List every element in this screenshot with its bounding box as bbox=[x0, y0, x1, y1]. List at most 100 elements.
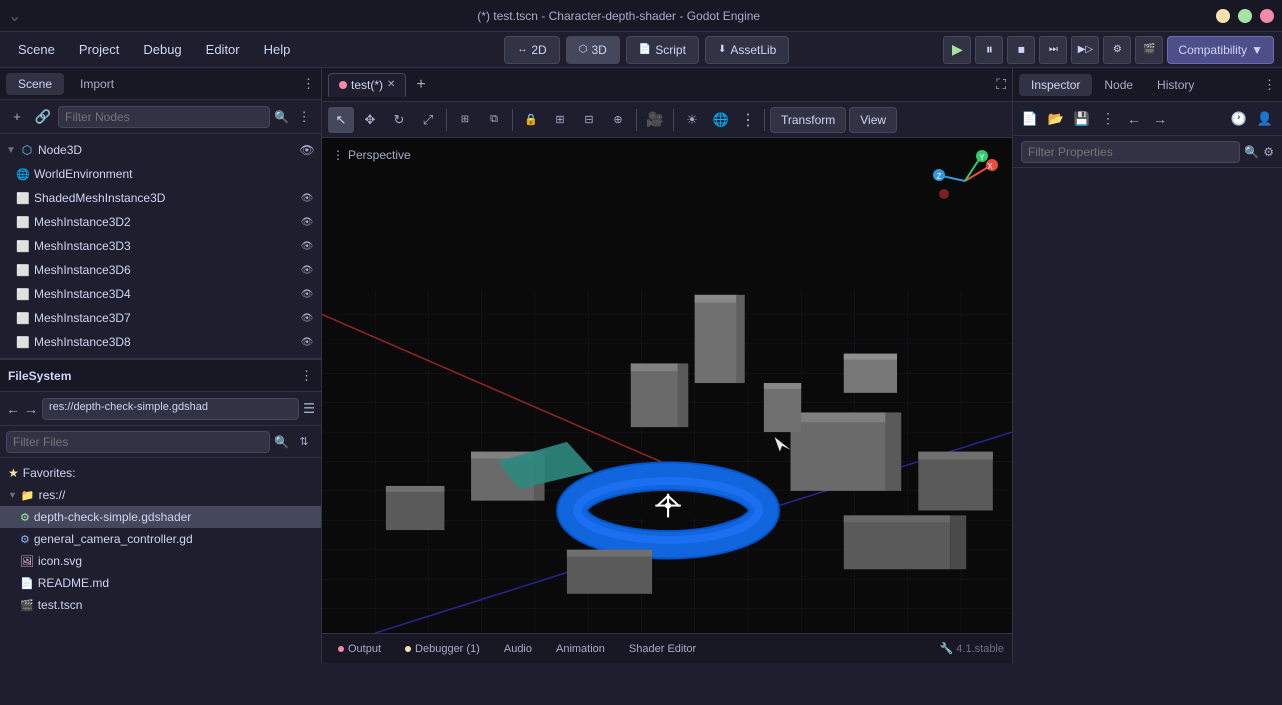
fullscreen-button[interactable]: ⛶ bbox=[996, 76, 1006, 93]
snap-tool[interactable]: ⊟ bbox=[576, 107, 602, 133]
tab-history[interactable]: History bbox=[1145, 74, 1206, 96]
scene-options-button[interactable]: ⋮ bbox=[293, 106, 315, 128]
tab-inspector[interactable]: Inspector bbox=[1019, 74, 1092, 96]
transform-button[interactable]: Transform bbox=[770, 107, 846, 133]
tab-close-button[interactable]: ✕ bbox=[387, 79, 395, 90]
pivot-tool[interactable]: ⊕ bbox=[605, 107, 631, 133]
nav-forward-button[interactable]: → bbox=[1149, 108, 1171, 130]
tree-item-mesh6[interactable]: ⬜ MeshInstance3D7 👁 bbox=[0, 306, 321, 330]
tree-item-node3d[interactable]: ▼ ⬡ Node3D 👁 bbox=[0, 138, 321, 162]
sun-tool[interactable]: ☀ bbox=[679, 107, 705, 133]
viewport-tab-test[interactable]: test(*) ✕ bbox=[328, 73, 406, 97]
maximize-button[interactable] bbox=[1238, 9, 1252, 23]
minimize-button[interactable] bbox=[1216, 9, 1230, 23]
vis-mesh2[interactable]: 👁 bbox=[299, 214, 315, 230]
stop-button[interactable]: ⏹ bbox=[1007, 36, 1035, 64]
tree-item-mesh1[interactable]: ⬜ ShadedMeshInstance3D 👁 bbox=[0, 186, 321, 210]
vis-mesh4[interactable]: 👁 bbox=[299, 262, 315, 278]
fs-back-button[interactable]: ← bbox=[6, 401, 20, 417]
select-tool[interactable]: ↖ bbox=[328, 107, 354, 133]
filter-nodes-input[interactable] bbox=[58, 106, 270, 128]
filter-files-input[interactable] bbox=[6, 431, 270, 453]
close-button[interactable] bbox=[1260, 9, 1274, 23]
inspector-content bbox=[1013, 168, 1282, 663]
compatibility-button[interactable]: Compatibility ▼ bbox=[1167, 36, 1274, 64]
link-node-button[interactable]: 🔗 bbox=[32, 106, 54, 128]
fs-script-file[interactable]: ⚙ general_camera_controller.gd bbox=[0, 528, 321, 550]
camera-tool[interactable]: 🎥 bbox=[642, 107, 668, 133]
align-tool[interactable]: ⊞ bbox=[547, 107, 573, 133]
tree-item-mesh4[interactable]: ⬜ MeshInstance3D6 👁 bbox=[0, 258, 321, 282]
fs-list-view-button[interactable]: ☰ bbox=[303, 401, 315, 417]
movie-button[interactable]: 🎬 bbox=[1135, 36, 1163, 64]
lock-tool[interactable]: 🔒 bbox=[518, 107, 544, 133]
run-custom-button[interactable]: ⚙ bbox=[1103, 36, 1131, 64]
tab-node[interactable]: Node bbox=[1092, 74, 1145, 96]
output-tab[interactable]: Output bbox=[330, 641, 389, 657]
scene-panel-more[interactable]: ⋮ bbox=[302, 76, 315, 92]
viewport-3d[interactable]: ⋮ Perspective X Y Z bbox=[322, 138, 1012, 633]
inspector-more[interactable]: ⋮ bbox=[1263, 77, 1276, 93]
add-node-button[interactable]: + bbox=[6, 106, 28, 128]
more-options-button[interactable]: ⋮ bbox=[1097, 108, 1119, 130]
filesystem-more[interactable]: ⋮ bbox=[300, 368, 313, 384]
nav-back-button[interactable]: ← bbox=[1123, 108, 1145, 130]
visibility-node3d[interactable]: 👁 bbox=[299, 142, 315, 158]
fs-forward-button[interactable]: → bbox=[24, 401, 38, 417]
view-button[interactable]: View bbox=[849, 107, 897, 133]
open-script-button[interactable]: 📂 bbox=[1045, 108, 1067, 130]
assetlib-button[interactable]: ⬇ AssetLib bbox=[705, 36, 789, 64]
tree-item-mesh2[interactable]: ⬜ MeshInstance3D2 👁 bbox=[0, 210, 321, 234]
inspector-person-button[interactable]: 👤 bbox=[1254, 108, 1276, 130]
new-script-button[interactable]: 📄 bbox=[1019, 108, 1041, 130]
ui-tool[interactable]: ⊞ bbox=[452, 107, 478, 133]
vis-mesh6[interactable]: 👁 bbox=[299, 310, 315, 326]
2d-button[interactable]: ↔ 2D bbox=[504, 36, 559, 64]
fs-scene-file[interactable]: 🎬 test.tscn bbox=[0, 594, 321, 616]
env-tool[interactable]: 🌐 bbox=[708, 107, 734, 133]
fs-readme-file[interactable]: 📄 README.md bbox=[0, 572, 321, 594]
rotate-tool[interactable]: ↻ bbox=[386, 107, 412, 133]
audio-tab[interactable]: Audio bbox=[496, 641, 540, 657]
vis-mesh7[interactable]: 👁 bbox=[299, 334, 315, 350]
fs-icon-file[interactable]: 🖼 icon.svg bbox=[0, 550, 321, 572]
animation-tab[interactable]: Animation bbox=[548, 641, 613, 657]
3d-button[interactable]: ⬡ 3D bbox=[566, 36, 620, 64]
menu-help[interactable]: Help bbox=[254, 38, 301, 61]
fs-favorites-section: ★ Favorites: bbox=[0, 462, 321, 484]
menu-editor[interactable]: Editor bbox=[196, 38, 250, 61]
menu-scene[interactable]: Scene bbox=[8, 38, 65, 61]
tree-item-mesh5[interactable]: ⬜ MeshInstance3D4 👁 bbox=[0, 282, 321, 306]
scale-tool[interactable]: ⤢ bbox=[415, 107, 441, 133]
fs-res-folder[interactable]: ▼ 📁 res:// bbox=[0, 484, 321, 506]
filter-search-button[interactable]: 🔍 bbox=[274, 110, 289, 124]
history-button[interactable]: 🕐 bbox=[1228, 108, 1250, 130]
move-tool[interactable]: ✥ bbox=[357, 107, 383, 133]
vis-mesh5[interactable]: 👁 bbox=[299, 286, 315, 302]
tree-item-worldenv[interactable]: 🌐 WorldEnvironment bbox=[0, 162, 321, 186]
tab-import[interactable]: Import bbox=[68, 73, 126, 95]
vis-mesh3[interactable]: 👁 bbox=[299, 238, 315, 254]
filter-properties-input[interactable] bbox=[1021, 141, 1240, 163]
debugger-tab[interactable]: Debugger (1) bbox=[397, 641, 488, 657]
shader-editor-tab[interactable]: Shader Editor bbox=[621, 641, 704, 657]
fs-filter-sort[interactable]: ⇅ bbox=[293, 431, 315, 453]
tree-item-mesh3[interactable]: ⬜ MeshInstance3D3 👁 bbox=[0, 234, 321, 258]
vp-more-button[interactable]: ⋮ bbox=[737, 109, 759, 131]
script-button[interactable]: 📄 Script bbox=[626, 36, 699, 64]
fs-filter-search[interactable]: 🔍 bbox=[274, 435, 289, 449]
pause-button[interactable]: ⏸ bbox=[975, 36, 1003, 64]
menu-debug[interactable]: Debug bbox=[133, 38, 191, 61]
fs-shader-file[interactable]: ⚙ depth-check-simple.gdshader bbox=[0, 506, 321, 528]
save-button[interactable]: 💾 bbox=[1071, 108, 1093, 130]
tree-item-mesh7[interactable]: ⬜ MeshInstance3D8 👁 bbox=[0, 330, 321, 354]
filter-settings-icon[interactable]: ⚙ bbox=[1263, 145, 1274, 159]
group-tool[interactable]: ⧉ bbox=[481, 107, 507, 133]
menu-project[interactable]: Project bbox=[69, 38, 129, 61]
vis-mesh1[interactable]: 👁 bbox=[299, 190, 315, 206]
run-scene-button[interactable]: ▶▷ bbox=[1071, 36, 1099, 64]
play-button[interactable]: ▶ bbox=[943, 36, 971, 64]
step-button[interactable]: ⏭ bbox=[1039, 36, 1067, 64]
tab-add-button[interactable]: + bbox=[410, 74, 431, 96]
tab-scene[interactable]: Scene bbox=[6, 73, 64, 95]
